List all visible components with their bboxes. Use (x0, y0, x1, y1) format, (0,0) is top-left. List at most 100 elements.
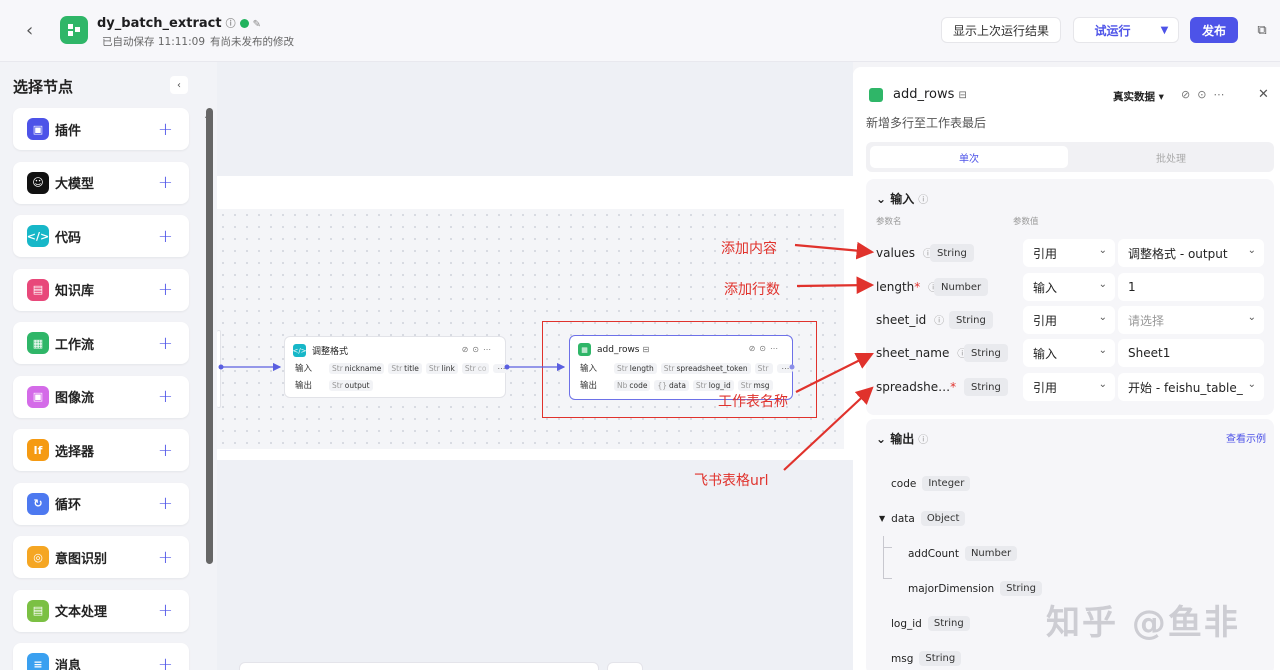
node-item[interactable]: ☺ 大模型 + (13, 161, 189, 204)
node-description: 新增多行至工作表最后 (866, 116, 987, 130)
mode-tabs: 单次 批处理 (866, 142, 1274, 172)
node-item-label: 工作流 (55, 337, 95, 353)
param-mode-select[interactable]: 输入 ⌄ (1023, 273, 1115, 301)
param-mode-select[interactable]: 引用 ⌄ (1023, 306, 1115, 334)
panel-tools[interactable]: ⊘⊙⋯ (1181, 88, 1231, 101)
add-icon[interactable]: + (158, 547, 173, 568)
book-icon: ⊟ (958, 90, 967, 101)
param-row: sheet_id ⓘ String 引用 ⌄ 请选择 ⌄ (866, 306, 1274, 334)
node-item-label: 插件 (55, 123, 82, 139)
input-tag: Str title (388, 362, 422, 374)
publish-button[interactable]: 发布 (1190, 17, 1238, 43)
add-icon[interactable]: + (158, 654, 173, 670)
param-value[interactable]: 1 (1118, 273, 1264, 301)
node-item[interactable]: If 选择器 + (13, 429, 189, 471)
node-item-label: 意图识别 (55, 551, 108, 567)
param-row: spreadshe…* ⓘString 引用⌄开始 - feishu_table_… (866, 373, 1274, 401)
node-item[interactable]: ◎ 意图识别 + (13, 536, 189, 578)
caret-down-icon[interactable]: ▼ (879, 514, 885, 523)
param-value[interactable]: 调整格式 - output ⌄ (1118, 239, 1264, 267)
node-type-icon: If (27, 439, 49, 461)
panel-title-row: add_rows ⊟ (893, 87, 967, 102)
param-type: Number (934, 278, 989, 296)
canvas-toolbar[interactable] (239, 662, 599, 670)
node-item[interactable]: ↻ 循环 + (13, 482, 189, 525)
add-icon[interactable]: + (158, 440, 173, 461)
node-tools[interactable]: ⊘⊙⋯ (462, 345, 495, 354)
node-type-icon: ▤ (27, 599, 49, 622)
param-value[interactable]: Sheet1 (1118, 339, 1264, 367)
view-example-link[interactable]: 查看示例 (1226, 430, 1266, 445)
section-header[interactable]: ⌄ 输出 ⓘ (876, 430, 928, 447)
node-type-icon: </> (27, 225, 49, 247)
node-type-icon: ↻ (27, 492, 49, 515)
node-type-icon: ≡ (27, 653, 49, 670)
param-mode-select[interactable]: 输入 ⌄ (1023, 339, 1115, 367)
column-header: 参数值 (1013, 217, 1039, 227)
add-icon[interactable]: + (158, 333, 173, 354)
param-value[interactable]: 开始 - feishu_table_ ⌄ (1118, 373, 1264, 401)
panel-title: 选择节点 (13, 78, 74, 96)
param-mode-select[interactable]: 引用 ⌄ (1023, 373, 1115, 401)
add-icon[interactable]: + (158, 119, 173, 140)
node-picker-panel: 选择节点 ‹ ▲ ▣插件+☺大模型+</>代码+▤知识库+▦工作流+▣图像流+I… (0, 62, 217, 670)
node-item-label: 循环 (55, 498, 82, 513)
input-tag: Str link (425, 362, 458, 374)
node-item[interactable]: ▣ 插件 + (13, 108, 189, 150)
node-item-label: 知识库 (55, 284, 95, 299)
back-arrow-icon[interactable]: ‹ (26, 20, 33, 41)
add-icon[interactable]: + (158, 600, 173, 621)
param-name: values ⓘ (876, 246, 933, 260)
add-icon[interactable]: + (158, 226, 173, 247)
copy-icon[interactable]: ⧉ (1252, 17, 1272, 43)
output-row: msg String (891, 651, 962, 666)
node-item[interactable]: ▤ 知识库 + (13, 268, 189, 311)
output-name: log_id (891, 617, 922, 630)
output-tag: Str output (329, 379, 373, 391)
outputs-label: 输出 (295, 381, 313, 391)
node-type-icon: ▦ (27, 332, 49, 354)
scrollbar[interactable] (206, 108, 213, 564)
real-data-dropdown[interactable]: 真实数据 ▾ (1113, 89, 1164, 104)
node-item-label: 选择器 (55, 444, 95, 460)
add-icon[interactable]: + (158, 493, 173, 514)
annotation-length: 添加行数 (724, 282, 780, 298)
tab-batch[interactable]: 批处理 (1072, 146, 1270, 168)
collapse-icon[interactable]: ‹ (170, 76, 188, 94)
info-icon[interactable]: ⓘ (226, 19, 236, 30)
node-item[interactable]: </> 代码 + (13, 215, 189, 257)
param-name: sheet_name ⓘ (876, 346, 968, 360)
output-type: Number (964, 546, 1018, 561)
section-header[interactable]: ⌄ 输入 ⓘ (876, 190, 928, 207)
node-item[interactable]: ▣ 图像流 + (13, 375, 189, 418)
chevron-down-icon[interactable]: ▼ (1151, 17, 1179, 43)
canvas-toolbar-extra[interactable] (607, 662, 643, 670)
add-icon[interactable]: + (158, 172, 173, 193)
check-icon (239, 19, 249, 28)
tree-line (883, 547, 892, 548)
more-icon[interactable]: ⋯ (493, 363, 510, 373)
edit-icon[interactable]: ✎ (253, 19, 261, 30)
close-icon[interactable]: ✕ (1258, 87, 1269, 102)
tab-single[interactable]: 单次 (870, 146, 1068, 168)
output-type: String (919, 651, 962, 666)
node-item[interactable]: ▦ 工作流 + (13, 322, 189, 364)
node-type-icon: ☺ (27, 171, 49, 194)
show-last-run-button[interactable]: 显示上次运行结果 (941, 17, 1061, 43)
add-icon[interactable]: + (158, 386, 173, 407)
param-value[interactable]: 请选择 ⌄ (1118, 306, 1264, 334)
node-item[interactable]: ≡ 消息 + (13, 643, 189, 670)
param-mode-select[interactable]: 引用 ⌄ (1023, 239, 1115, 267)
tree-line (883, 578, 892, 579)
node-format[interactable]: </> 调整格式 ⊘⊙⋯ 输入 Str nickname Str title Str l… (284, 336, 510, 398)
add-icon[interactable]: + (158, 279, 173, 300)
node-item-label: 图像流 (55, 391, 95, 406)
output-row: code Integer (891, 476, 971, 491)
param-row: sheet_name ⓘ String 输入 ⌄ Sheet1 (866, 339, 1274, 367)
previous-node[interactable] (217, 330, 221, 408)
annotation-values: 添加内容 (721, 241, 777, 257)
param-type: String (949, 311, 993, 329)
node-item[interactable]: ▤ 文本处理 + (13, 589, 189, 632)
test-run-button[interactable]: 试运行 (1073, 17, 1151, 43)
workflow-canvas[interactable]: </> 调整格式 ⊘⊙⋯ 输入 Str nickname Str title Str l… (217, 62, 853, 670)
